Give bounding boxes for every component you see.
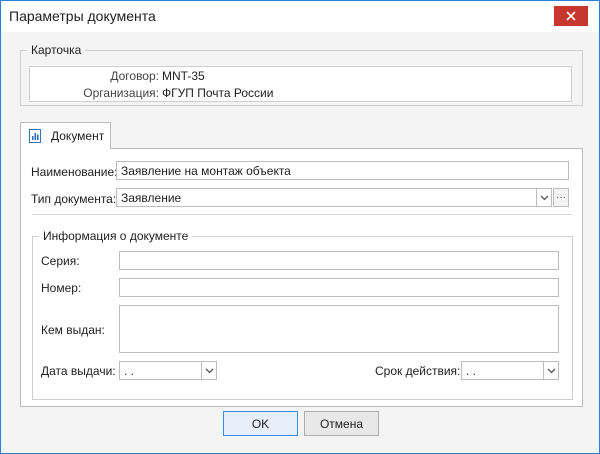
document-tab-panel: Наименование: Заявление на монтаж объект… [20, 148, 583, 407]
contract-value: MNT-35 [162, 69, 205, 83]
chevron-down-icon [540, 195, 548, 200]
card-info-panel: Договор: MNT-35 Организация: ФГУП Почта … [29, 66, 572, 102]
validity-dropdown-button[interactable] [543, 362, 558, 379]
document-info-title: Информация о документе [39, 229, 193, 243]
chevron-down-icon [547, 368, 555, 373]
number-label: Номер: [41, 281, 82, 295]
cancel-button[interactable]: Отмена [304, 411, 379, 436]
dialog-window: Параметры документа Карточка Договор: MN… [0, 0, 600, 454]
form-separator [32, 214, 572, 215]
tab-document[interactable]: Документ [20, 122, 111, 149]
issued-by-textarea[interactable] [119, 305, 559, 353]
title-bar[interactable]: Параметры документа [1, 1, 599, 32]
card-group-title: Карточка [27, 43, 86, 57]
organization-label: Организация: [83, 86, 159, 100]
dialog-body: Карточка Договор: MNT-35 Организация: ФГ… [1, 32, 599, 453]
validity-value: . . [466, 364, 477, 378]
ellipsis-icon: ··· [556, 191, 566, 203]
name-input[interactable]: Заявление на монтаж объекта [116, 161, 569, 180]
chevron-down-icon [205, 368, 213, 373]
issued-by-label: Кем выдан: [41, 323, 105, 337]
validity-date-picker[interactable]: . . [461, 361, 559, 380]
doctype-select[interactable]: Заявление [116, 188, 552, 207]
issue-date-dropdown-button[interactable] [201, 362, 216, 379]
name-label: Наименование: [31, 165, 118, 179]
tab-document-label: Документ [51, 129, 105, 143]
validity-label: Срок действия: [375, 364, 461, 378]
document-chart-icon [29, 129, 41, 143]
series-label: Серия: [41, 254, 80, 268]
ok-button[interactable]: OK [223, 411, 298, 436]
doctype-browse-button[interactable]: ··· [553, 188, 569, 207]
series-input[interactable] [119, 251, 559, 270]
issue-date-value: . . [124, 364, 135, 378]
close-button[interactable] [554, 6, 588, 26]
number-input[interactable] [119, 278, 559, 297]
issue-date-picker[interactable]: . . [119, 361, 217, 380]
doctype-dropdown-button[interactable] [536, 189, 551, 206]
window-title: Параметры документа [9, 8, 156, 24]
doctype-label: Тип документа: [31, 192, 117, 206]
organization-value: ФГУП Почта России [162, 86, 274, 100]
document-info-group: Информация о документе Серия: Номер: Кем… [32, 229, 573, 400]
card-group: Карточка Договор: MNT-35 Организация: ФГ… [20, 43, 583, 106]
issue-date-label: Дата выдачи: [41, 364, 116, 378]
doctype-selected-value: Заявление [121, 191, 182, 205]
contract-label: Договор: [110, 69, 159, 83]
close-icon [566, 11, 576, 21]
